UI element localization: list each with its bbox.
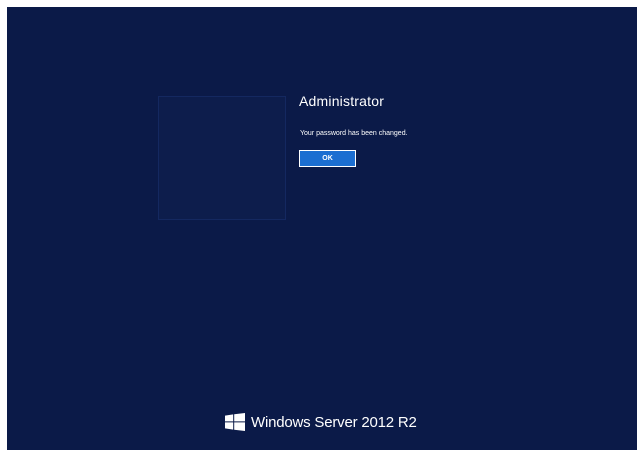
user-name: Administrator <box>299 93 385 109</box>
user-avatar-tile <box>158 96 286 220</box>
windows-logo-icon <box>225 413 245 431</box>
product-name: Windows Server 2012 R2 <box>251 413 417 431</box>
ok-button[interactable]: OK <box>299 150 356 167</box>
lock-screen: Administrator Your password has been cha… <box>7 7 637 450</box>
status-message: Your password has been changed. <box>300 130 408 137</box>
product-branding: Windows Server 2012 R2 <box>225 412 417 432</box>
